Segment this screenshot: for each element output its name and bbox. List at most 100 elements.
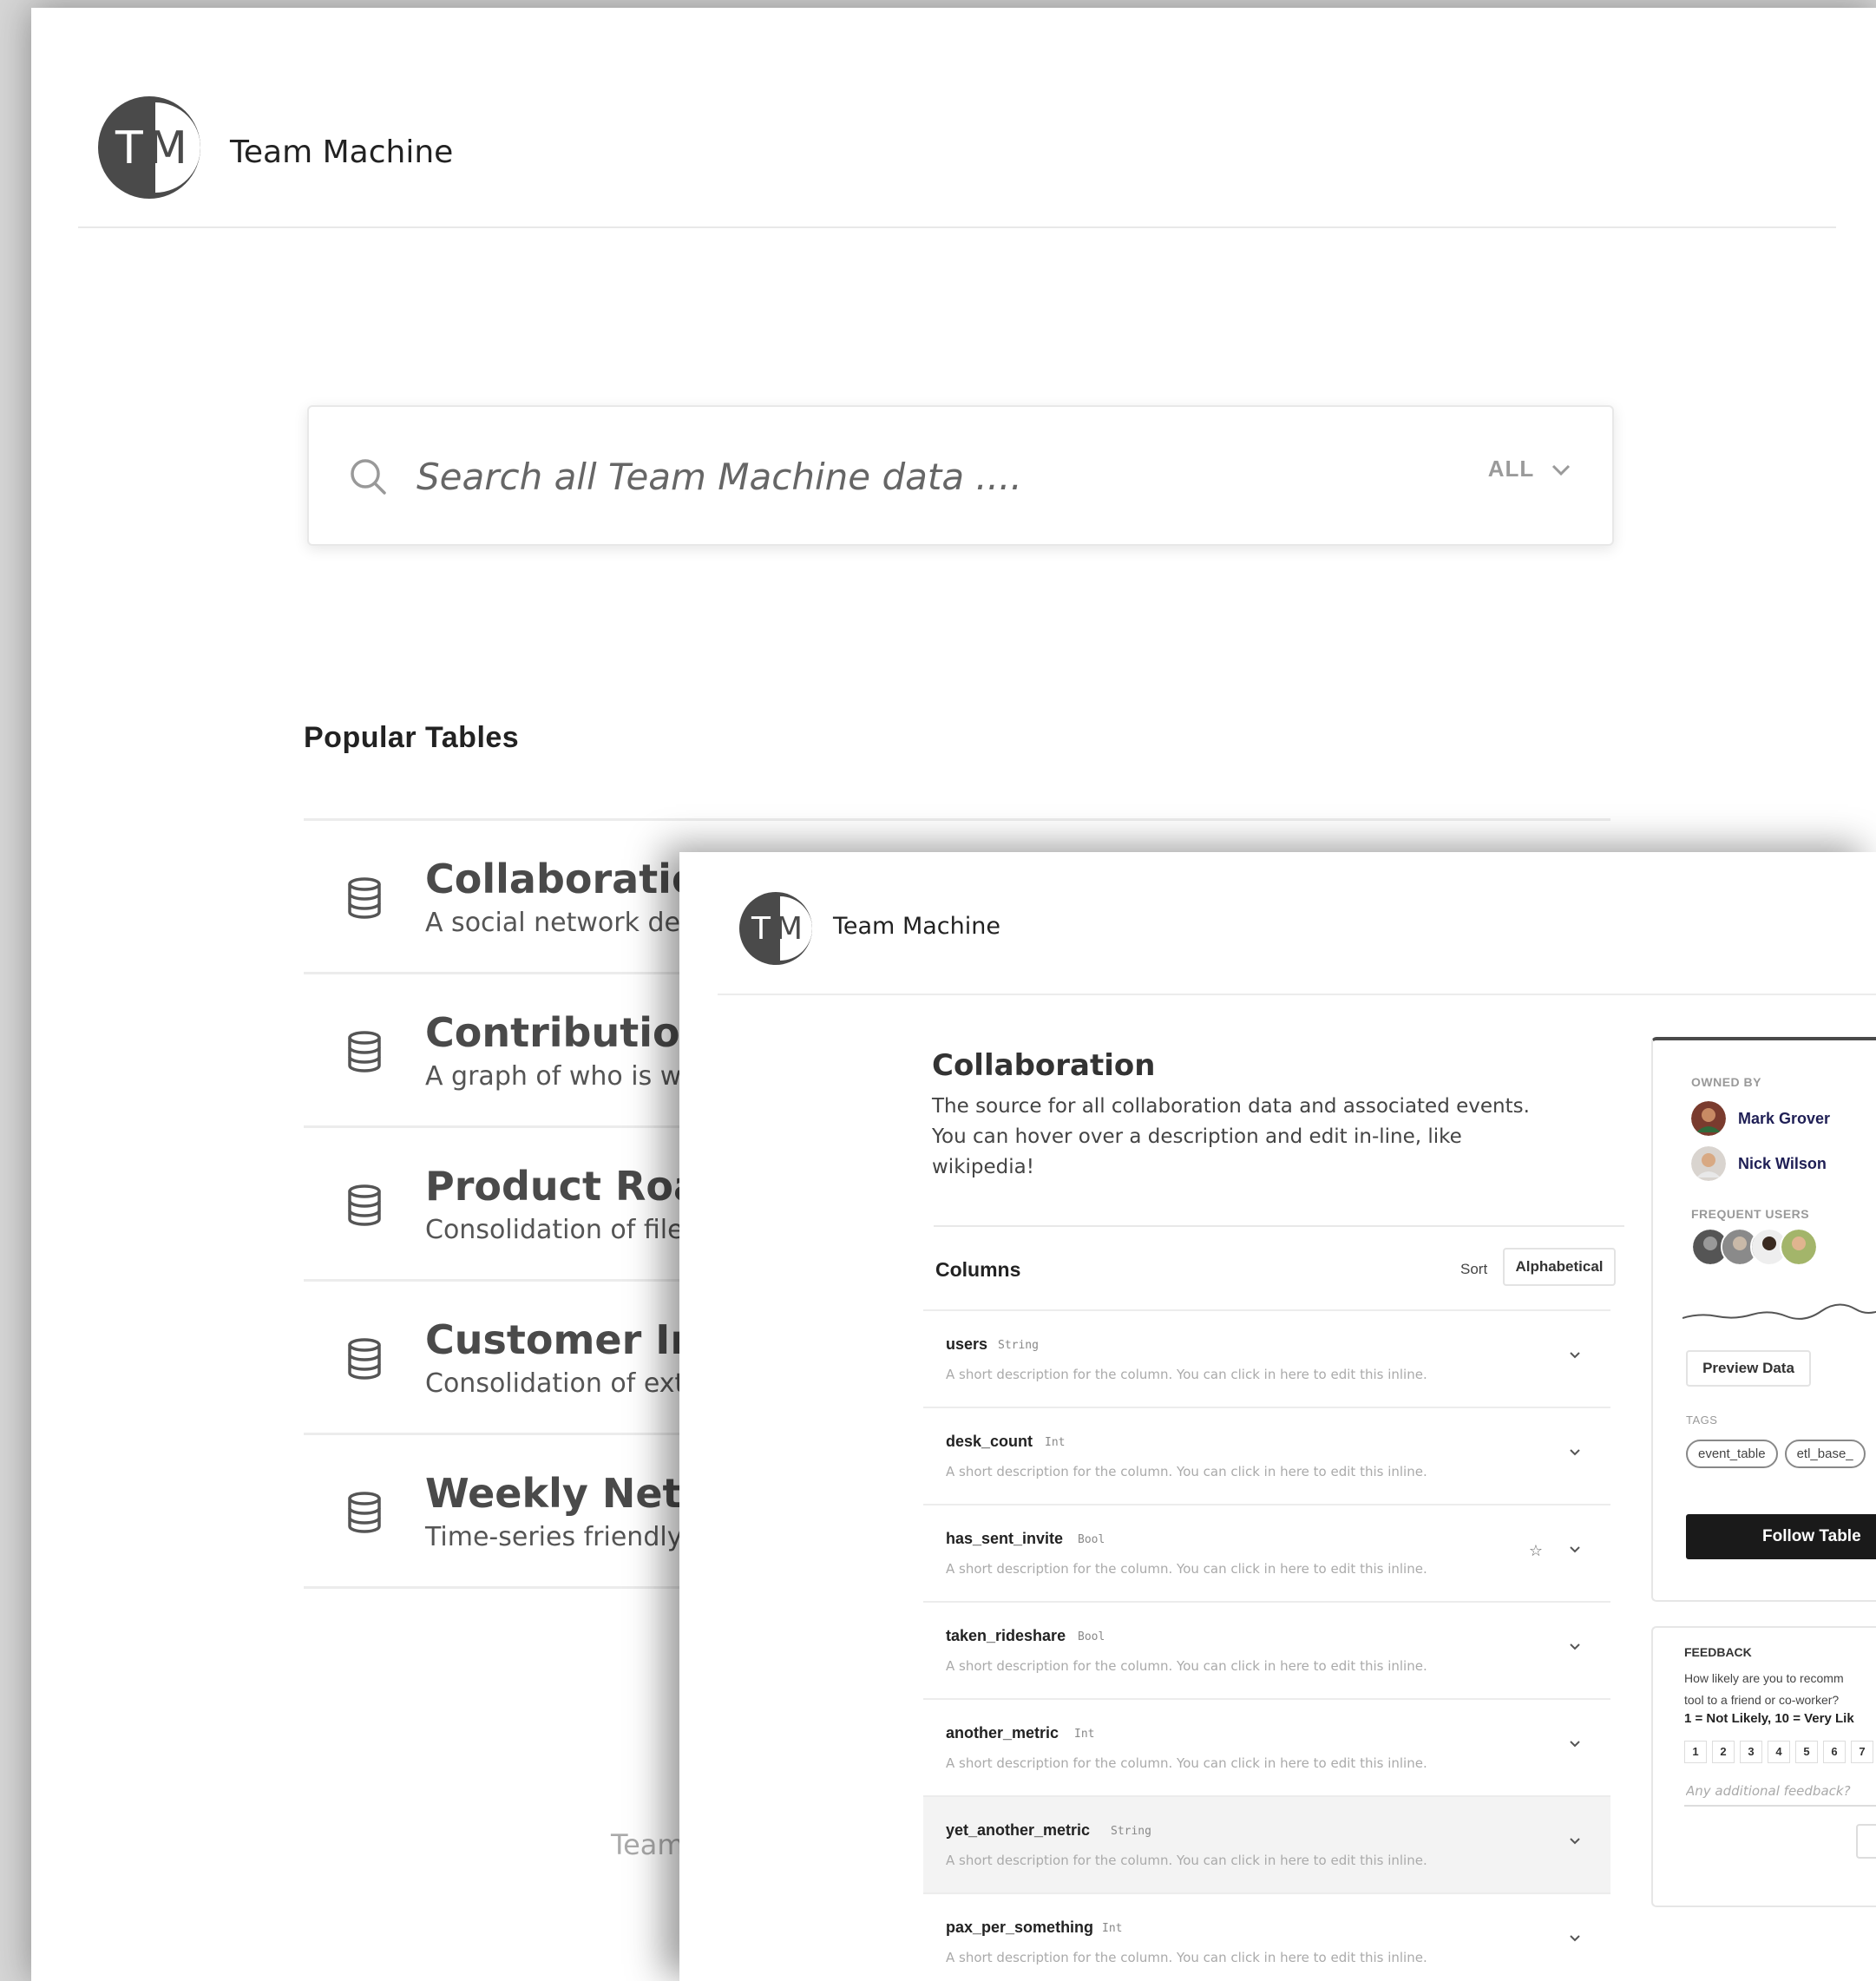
feedback-card: FEEDBACK How likely are you to recomm to… xyxy=(1651,1626,1876,1907)
feedback-label: FEEDBACK xyxy=(1684,1645,1752,1659)
column-description[interactable]: A short description for the column. You … xyxy=(946,1464,1427,1479)
database-icon xyxy=(348,1338,381,1380)
owner-name: Nick Wilson xyxy=(1738,1154,1827,1172)
star-icon[interactable]: ☆ xyxy=(1529,1542,1543,1560)
follow-table-button[interactable]: Follow Table xyxy=(1686,1514,1876,1559)
team-machine-logo[interactable]: T M xyxy=(98,96,200,199)
chevron-down-icon xyxy=(1551,464,1571,476)
table-description[interactable]: The source for all collaboration data an… xyxy=(932,1092,1539,1183)
brand-name: Team Machine xyxy=(230,134,454,170)
search-bar: ALL xyxy=(307,405,1614,546)
chevron-down-icon[interactable] xyxy=(1569,1446,1581,1459)
sort-dropdown[interactable]: Alphabetical xyxy=(1503,1248,1616,1286)
column-row[interactable]: users String A short description for the… xyxy=(923,1309,1610,1407)
column-name: yet_another_metric xyxy=(946,1821,1091,1839)
popular-table-desc: Consolidation of files c xyxy=(425,1215,720,1245)
column-name: taken_rideshare xyxy=(946,1627,1066,1644)
columns-heading: Columns xyxy=(935,1258,1021,1281)
search-filter-label: ALL xyxy=(1487,456,1534,482)
column-description[interactable]: A short description for the column. You … xyxy=(946,1950,1427,1965)
popular-table-desc: Time-series friendly da xyxy=(425,1522,724,1552)
owner-item[interactable]: Mark Grover xyxy=(1691,1101,1830,1136)
column-type: Bool xyxy=(1078,1630,1105,1643)
column-row[interactable]: another_metric Int A short description f… xyxy=(923,1698,1610,1795)
table-detail-window: T M Team Machine Collaboration The sourc… xyxy=(679,852,1876,1981)
column-description[interactable]: A short description for the column. You … xyxy=(946,1561,1427,1577)
database-icon xyxy=(348,1031,381,1072)
column-row[interactable]: pax_per_something Int A short descriptio… xyxy=(923,1892,1610,1981)
column-row[interactable]: yet_another_metric String A short descri… xyxy=(923,1795,1610,1892)
avatar xyxy=(1691,1101,1726,1136)
section-divider xyxy=(934,1225,1624,1227)
database-icon xyxy=(348,1184,381,1226)
feedback-question: How likely are you to recomm tool to a f… xyxy=(1684,1671,1844,1707)
popular-table-desc: A social network defin xyxy=(425,908,713,938)
database-icon xyxy=(348,1492,381,1533)
columns-list: users String A short description for the… xyxy=(923,1309,1610,1981)
home-header: T M Team Machine xyxy=(31,8,1876,226)
rating-button[interactable]: 1 xyxy=(1684,1741,1707,1763)
chevron-down-icon[interactable] xyxy=(1569,1932,1581,1945)
column-name: has_sent_invite xyxy=(946,1530,1064,1547)
rating-button[interactable]: 6 xyxy=(1823,1741,1846,1763)
popular-tables-heading: Popular Tables xyxy=(304,721,520,754)
brand-name: Team Machine xyxy=(833,913,1000,940)
header-divider xyxy=(78,226,1836,228)
activity-sparkline xyxy=(1682,1303,1876,1320)
column-description[interactable]: A short description for the column. You … xyxy=(946,1755,1427,1771)
chevron-down-icon[interactable] xyxy=(1569,1349,1581,1361)
column-name: users xyxy=(946,1335,988,1353)
column-row[interactable]: has_sent_invite Bool A short description… xyxy=(923,1504,1610,1601)
column-type: Bool xyxy=(1078,1533,1105,1546)
column-name: desk_count xyxy=(946,1433,1033,1450)
column-type: Int xyxy=(1074,1728,1095,1741)
database-icon xyxy=(348,877,381,919)
rating-button[interactable]: 5 xyxy=(1795,1741,1818,1763)
chevron-down-icon[interactable] xyxy=(1569,1641,1581,1653)
avatar[interactable] xyxy=(1780,1228,1818,1266)
search-input[interactable] xyxy=(415,445,1373,508)
avatar xyxy=(1691,1146,1726,1181)
owner-name: Mark Grover xyxy=(1738,1109,1831,1127)
rating-button[interactable]: 2 xyxy=(1712,1741,1735,1763)
column-type: Int xyxy=(1045,1436,1066,1449)
rating-button[interactable]: 3 xyxy=(1740,1741,1762,1763)
table-title: Collaboration xyxy=(932,1048,1156,1083)
tag-chip[interactable]: event_table xyxy=(1686,1440,1778,1468)
column-row[interactable]: desk_count Int A short description for t… xyxy=(923,1407,1610,1504)
column-type: String xyxy=(1111,1825,1151,1838)
chevron-down-icon[interactable] xyxy=(1569,1544,1581,1556)
rating-button[interactable]: 7 xyxy=(1851,1741,1873,1763)
search-filter-dropdown[interactable]: ALL xyxy=(1488,456,1571,482)
column-row[interactable]: taken_rideshare Bool A short description… xyxy=(923,1601,1610,1698)
column-description[interactable]: A short description for the column. You … xyxy=(946,1367,1427,1382)
column-type: Int xyxy=(1102,1922,1123,1935)
chevron-down-icon[interactable] xyxy=(1569,1738,1581,1750)
table-info-card: OWNED BY Mark Grover Nick Wilson FREQUEN… xyxy=(1651,1037,1876,1602)
rating-button[interactable]: 4 xyxy=(1768,1741,1790,1763)
feedback-input[interactable] xyxy=(1684,1777,1876,1807)
search-icon xyxy=(351,459,386,495)
frequent-users-label: FREQUENT USERS xyxy=(1691,1207,1810,1221)
chevron-down-icon[interactable] xyxy=(1569,1835,1581,1847)
feedback-scale: 1 = Not Likely, 10 = Very Lik xyxy=(1684,1711,1854,1726)
feedback-submit-button[interactable] xyxy=(1856,1824,1876,1859)
popular-table-desc: A graph of who is worl xyxy=(425,1061,716,1092)
owned-by-label: OWNED BY xyxy=(1691,1075,1761,1089)
column-type: String xyxy=(998,1339,1039,1352)
column-name: another_metric xyxy=(946,1724,1059,1742)
preview-data-button[interactable]: Preview Data xyxy=(1686,1350,1811,1387)
tags-label: TAGS xyxy=(1686,1414,1718,1427)
footer-text: Team xyxy=(611,1828,685,1861)
column-description[interactable]: A short description for the column. You … xyxy=(946,1658,1427,1674)
team-machine-logo[interactable]: T M xyxy=(739,892,812,965)
tags-list: event_table etl_base_ xyxy=(1686,1440,1866,1468)
column-name: pax_per_something xyxy=(946,1919,1094,1936)
column-description[interactable]: A short description for the column. You … xyxy=(946,1853,1427,1868)
header-divider xyxy=(718,994,1876,995)
tag-chip[interactable]: etl_base_ xyxy=(1784,1440,1866,1468)
owner-item[interactable]: Nick Wilson xyxy=(1691,1146,1827,1181)
rating-buttons: 1 2 3 4 5 6 7 xyxy=(1684,1741,1873,1763)
frequent-users-avatars xyxy=(1691,1228,1830,1266)
sort-label: Sort xyxy=(1460,1261,1488,1277)
